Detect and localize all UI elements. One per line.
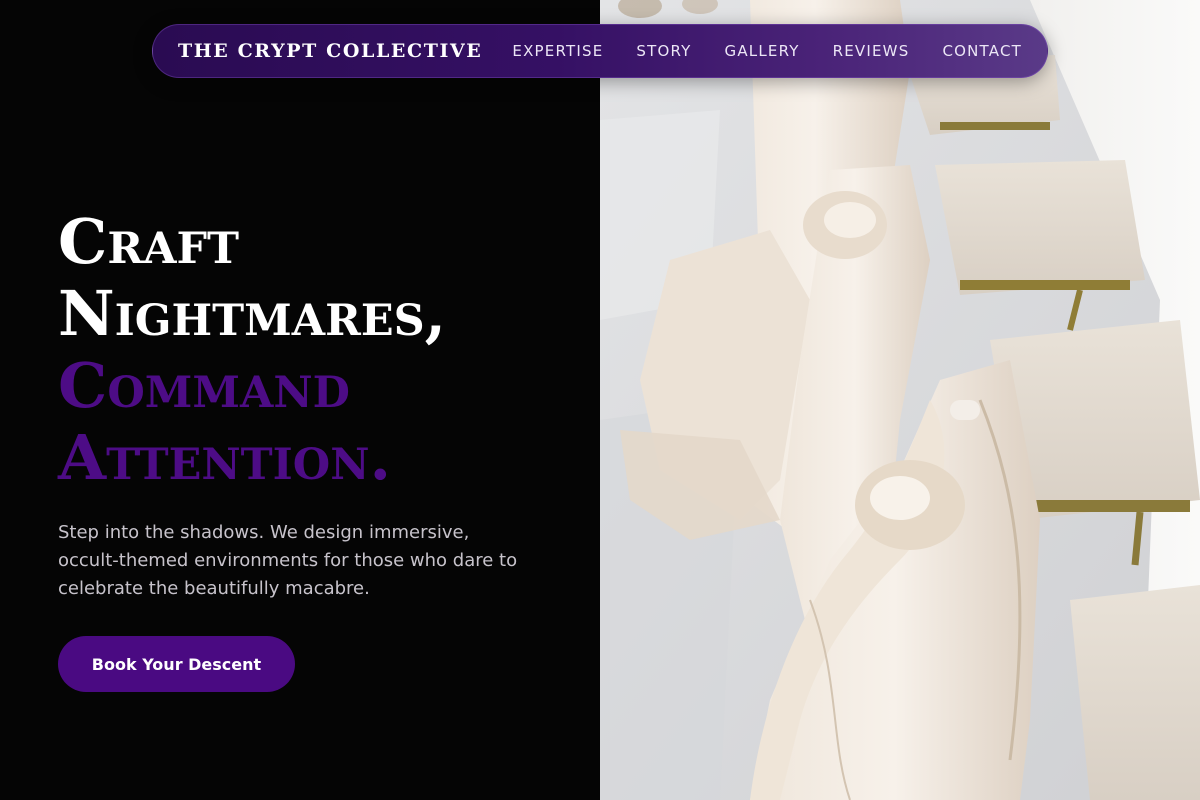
hero-title-line-4: Attention. — [58, 421, 392, 494]
hero-title-line-1: Craft — [58, 205, 239, 278]
book-your-descent-button[interactable]: Book Your Descent — [58, 636, 295, 692]
nav-link-reviews[interactable]: REVIEWS — [833, 42, 910, 60]
top-navigation-bar: THE CRYPT COLLECTIVE EXPERTISE STORY GAL… — [152, 24, 1048, 78]
hero-title-line-2: Nightmares, — [58, 277, 447, 350]
nav-link-expertise[interactable]: EXPERTISE — [512, 42, 603, 60]
nav-link-story[interactable]: STORY — [636, 42, 691, 60]
nav-links: EXPERTISE STORY GALLERY REVIEWS CONTACT — [512, 42, 1022, 60]
hero-subtitle: Step into the shadows. We design immersi… — [58, 522, 518, 599]
nav-link-gallery[interactable]: GALLERY — [725, 42, 800, 60]
nav-link-contact[interactable]: CONTACT — [942, 42, 1022, 60]
chair-sash-image — [600, 0, 1200, 800]
hero-title: Craft Nightmares, Command Attention. — [58, 206, 598, 494]
hero-title-line-3: Command — [58, 349, 350, 422]
hero-photo — [600, 0, 1200, 800]
brand-logo-text[interactable]: THE CRYPT COLLECTIVE — [178, 40, 482, 62]
